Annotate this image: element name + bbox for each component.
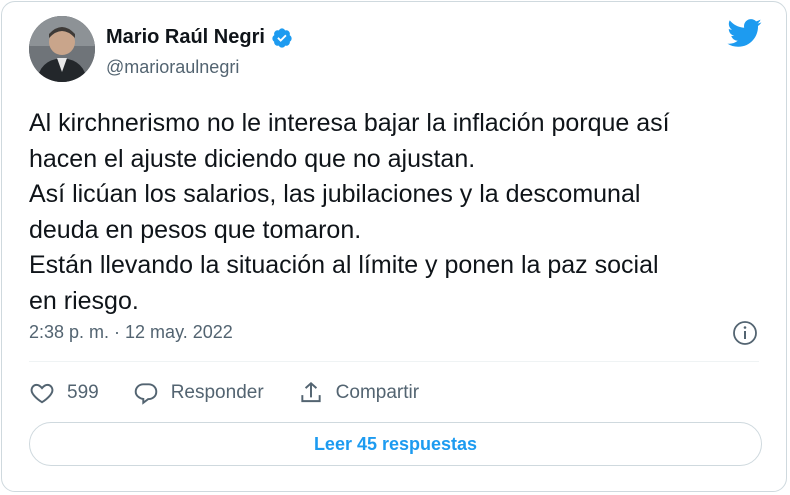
reply-label: Responder xyxy=(170,382,264,403)
avatar[interactable] xyxy=(29,16,95,82)
read-replies-label: Leer 45 respuestas xyxy=(313,433,478,454)
like-button[interactable]: 599 xyxy=(29,380,99,406)
divider xyxy=(29,361,759,362)
heart-icon xyxy=(30,383,54,404)
tweet-timestamp[interactable]: 2:38 p. m. · 12 may. 2022 xyxy=(29,322,233,343)
author-handle[interactable]: @marioraulnegri xyxy=(106,57,239,78)
author-name[interactable]: Mario Raúl Negri xyxy=(106,26,265,49)
reply-bubble-icon xyxy=(134,383,157,405)
share-upload-icon xyxy=(301,381,321,403)
info-icon[interactable] xyxy=(732,320,758,346)
like-count: 599 xyxy=(67,382,99,403)
share-button[interactable]: Compartir xyxy=(298,380,419,406)
share-label: Compartir xyxy=(335,382,420,403)
reply-button[interactable]: Responder xyxy=(133,380,264,406)
tweet-card: Mario Raúl Negri @marioraulnegri Al kirc… xyxy=(1,1,787,492)
tweet-text: Al kirchnerismo no le interesa bajar la … xyxy=(29,109,670,315)
twitter-bird-icon[interactable] xyxy=(726,18,762,48)
read-replies-button[interactable]: Leer 45 respuestas xyxy=(29,422,762,466)
verified-badge-icon xyxy=(272,27,292,48)
profile-photo xyxy=(29,16,95,82)
action-bar: 599 Responder Compartir xyxy=(29,380,453,406)
author-display-name[interactable]: Mario Raúl Negri xyxy=(106,26,293,49)
